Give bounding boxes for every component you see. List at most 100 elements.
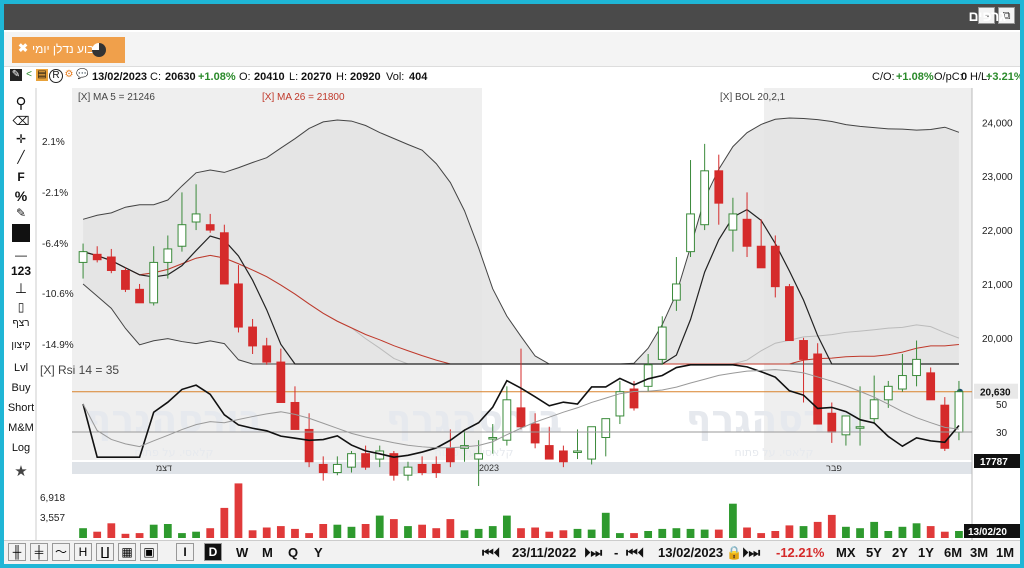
volume-bar-56: [870, 521, 879, 538]
line-style-icon[interactable]: 〜: [52, 543, 70, 561]
heikin-icon[interactable]: H: [74, 543, 92, 561]
candle-body-14: [276, 361, 286, 403]
candle-body-35: [573, 450, 582, 453]
volume-tick-0: 6,918: [40, 493, 65, 504]
period-weekly[interactable]: W: [236, 545, 248, 560]
period-daily[interactable]: D: [204, 543, 222, 561]
from-date[interactable]: 23/11/2022: [512, 545, 576, 560]
from-end-icon[interactable]: ⏵⏭: [584, 545, 602, 561]
to-end-icon[interactable]: ⏵⏭: [742, 545, 760, 561]
volume-bar-42: [672, 528, 681, 538]
volume-bar-46: [729, 503, 737, 538]
period-intraday[interactable]: I: [176, 543, 194, 561]
pct-tick-2: -6.4%: [42, 239, 68, 250]
candle-body-1: [92, 253, 102, 261]
period-quarterly[interactable]: Q: [288, 545, 298, 560]
volume-bar-12: [248, 530, 257, 538]
candle-body-2: [106, 256, 116, 271]
candle-body-37: [601, 418, 611, 439]
candle-body-13: [262, 345, 272, 363]
volume-bar-13: [262, 527, 271, 538]
volume-bar-40: [644, 531, 653, 538]
candle-body-44: [700, 170, 710, 226]
candle-body-9: [205, 224, 215, 231]
candle-body-55: [855, 426, 865, 429]
range-6m[interactable]: 6M: [944, 545, 962, 560]
candle-body-25: [431, 463, 441, 474]
lock-icon[interactable]: 🔒: [726, 545, 742, 561]
candle-body-28: [474, 453, 484, 460]
rsi-tick-50: 50: [996, 400, 1008, 411]
volume-bar-10: [220, 507, 229, 538]
volume-bar-39: [630, 533, 638, 538]
from-start-icon[interactable]: ⏮⏴: [482, 545, 500, 561]
price-tick-3: 21,000: [982, 280, 1013, 291]
candle-body-45: [714, 170, 724, 204]
pct-tick-1: -2.1%: [42, 188, 68, 199]
volume-bar-24: [418, 524, 426, 538]
period-yearly[interactable]: Y: [314, 545, 323, 560]
volume-bar-31: [517, 528, 525, 538]
candle-body-8: [191, 213, 201, 223]
candle-body-12: [248, 326, 257, 347]
volume-bar-43: [686, 528, 695, 538]
pct-tick-3: -10.6%: [42, 289, 74, 300]
candle-style-icon[interactable]: ╫: [8, 543, 26, 561]
save-icon[interactable]: ▣: [140, 543, 158, 561]
pct-tick-4: -14.9%: [42, 340, 74, 351]
volume-bar-51: [799, 526, 808, 538]
range-max[interactable]: MX: [836, 545, 856, 560]
candle-body-40: [643, 364, 653, 387]
volume-bar-5: [149, 524, 158, 538]
volume-bar-27: [460, 530, 469, 538]
candle-body-16: [304, 428, 314, 463]
candle-body-42: [672, 283, 681, 301]
candle-body-60: [926, 372, 936, 401]
volume-bar-57: [884, 531, 893, 538]
volume-bar-0: [79, 528, 87, 538]
range-3m[interactable]: 3M: [970, 545, 988, 560]
to-start-icon[interactable]: ⏮⏴: [626, 545, 644, 561]
candle-body-41: [657, 326, 667, 360]
candle-body-47: [742, 218, 752, 247]
bar-style-icon[interactable]: ∐: [96, 543, 114, 561]
volume-bar-29: [488, 526, 497, 538]
volume-tick-1: 3,557: [40, 513, 65, 524]
rsi-label: [X] Rsi 14 = 35: [40, 363, 119, 377]
candle-body-11: [234, 283, 243, 328]
stock-chart[interactable]: בורסהגרףקלאסי. על פתוחבורסהגרףקלאסי. על …: [4, 4, 1020, 540]
candle-body-17: [318, 463, 328, 474]
range-1y[interactable]: 1Y: [918, 545, 934, 560]
volume-bar-49: [771, 531, 780, 538]
volume-tag: 17787: [980, 457, 1008, 468]
candle-body-7: [177, 224, 187, 247]
bol-label: [X] BOL 20,2,1: [720, 92, 786, 103]
palette-icon[interactable]: ▦: [118, 543, 136, 561]
candle-body-38: [615, 391, 625, 417]
volume-bar-52: [813, 521, 822, 538]
range-2y[interactable]: 2Y: [892, 545, 908, 560]
range-1m[interactable]: 1M: [996, 545, 1014, 560]
volume-bar-50: [785, 525, 794, 538]
volume-bar-1: [93, 531, 102, 538]
volume-bar-19: [347, 526, 356, 538]
date-separator: -: [614, 545, 619, 560]
period-monthly[interactable]: M: [262, 545, 273, 560]
range-5y[interactable]: 5Y: [866, 545, 882, 560]
volume-bar-21: [375, 515, 384, 538]
to-date[interactable]: 13/02/2023: [658, 545, 723, 560]
price-tag: 20,630: [980, 388, 1011, 399]
ohlc-style-icon[interactable]: ╪: [30, 543, 48, 561]
candle-body-32: [530, 423, 540, 444]
volume-bar-33: [545, 531, 554, 538]
pct-tick-0: 2.1%: [42, 137, 65, 148]
volume-bar-35: [573, 528, 582, 538]
volume-bars: [79, 483, 963, 538]
candle-body-20: [361, 453, 370, 468]
candle-body-33: [544, 445, 554, 460]
candle-body-49: [770, 245, 780, 288]
range-change: -12.21%: [776, 545, 825, 560]
candle-body-58: [898, 375, 907, 390]
candle-body-48: [756, 245, 766, 269]
volume-bar-37: [601, 512, 610, 538]
